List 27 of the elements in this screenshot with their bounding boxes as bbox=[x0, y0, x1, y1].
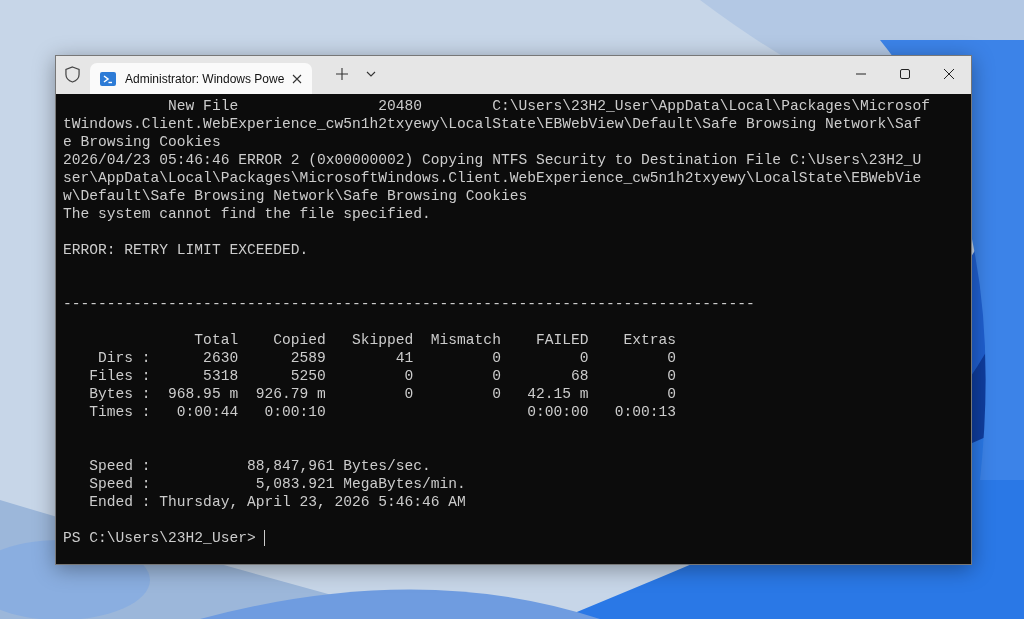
terminal-line: Speed : 5,083.921 MegaBytes/min. bbox=[88, 475, 466, 493]
dropdown-icon[interactable] bbox=[366, 71, 376, 77]
terminal-line: Total Copied Skipped Mismatch FAILED Extras bbox=[193, 331, 677, 349]
terminal-line: 2026/04/23 05:46:46 ERROR 2 (0x00000002) Copying NTFS Security to Destination File C:\Users\23H2_U bbox=[63, 151, 922, 169]
terminal-line: Dirs : 2630 2589 41 0 0 0 bbox=[97, 349, 677, 367]
prompt-text: PS C:\Users\23H2_User> bbox=[63, 529, 257, 547]
terminal-line: Speed : 88,847,961 Bytes/sec. bbox=[88, 457, 431, 475]
powershell-icon bbox=[100, 70, 116, 87]
terminal-line: ERROR: RETRY LIMIT EXCEEDED. bbox=[63, 241, 309, 259]
terminal-line: tWindows.Client.WebExperience_cw5n1h2txyewy\LocalState\EBWebView\Default\Safe Browsing Network\Saf bbox=[63, 115, 922, 133]
new-tab-icon[interactable] bbox=[336, 68, 348, 80]
terminal-line: New File 20480 C:\Users\23H2_User\AppData\Local\Packages\Microsof bbox=[167, 97, 930, 115]
terminal-line: Times : 0:00:44 0:00:10 0:00:00 0:00:13 bbox=[88, 403, 677, 421]
maximize-icon[interactable] bbox=[899, 68, 911, 80]
terminal-line: The system cannot find the file specified. bbox=[63, 205, 431, 223]
terminal-line: ------------------------------------------------------------------------------- bbox=[63, 295, 755, 313]
terminal-line: Ended : Thursday, April 23, 2026 5:46:46 AM bbox=[88, 493, 466, 511]
terminal-tab[interactable]: Administrator: Windows Powe bbox=[90, 63, 312, 94]
terminal-line: w\Default\Safe Browsing Network\Safe Browsing Cookies bbox=[63, 187, 528, 205]
close-icon[interactable] bbox=[292, 73, 302, 84]
terminal-line: Bytes : 968.95 m 926.79 m 0 0 42.15 m 0 bbox=[88, 385, 677, 403]
terminal-line: e Browsing Cookies bbox=[63, 133, 221, 151]
terminal-line: ser\AppData\Local\Packages\MicrosoftWindows.Client.WebExperience_cw5n1h2txyewy\LocalState\EBWebVie bbox=[63, 169, 922, 187]
close-icon[interactable] bbox=[943, 68, 955, 80]
shield-icon[interactable] bbox=[65, 66, 80, 83]
terminal-line: Files : 5318 5250 0 0 68 0 bbox=[88, 367, 677, 385]
tab-title: Administrator: Windows Powe bbox=[125, 71, 286, 86]
